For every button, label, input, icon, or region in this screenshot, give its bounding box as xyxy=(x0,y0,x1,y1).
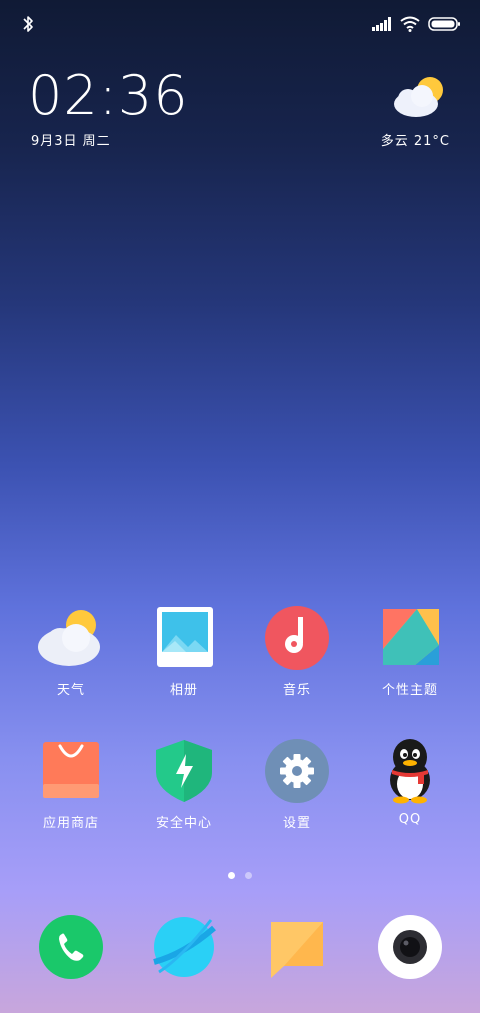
partly-cloudy-icon[interactable] xyxy=(386,72,450,124)
page-dot[interactable] xyxy=(245,872,252,879)
app-label: QQ xyxy=(398,812,422,827)
status-icons xyxy=(372,14,460,34)
app-label: 音乐 xyxy=(282,683,311,698)
wifi-icon xyxy=(400,16,420,32)
app-weather[interactable]: 天气 xyxy=(16,605,126,698)
weather-summary: 多云 21°C xyxy=(380,134,450,149)
page-indicator[interactable] xyxy=(0,872,480,879)
music-app-icon[interactable] xyxy=(264,605,330,671)
messages-app-icon[interactable] xyxy=(264,914,330,980)
app-store[interactable]: 应用商店 xyxy=(16,738,126,831)
app-gallery[interactable]: 相册 xyxy=(129,605,239,698)
app-label: 设置 xyxy=(282,816,311,831)
phone-app-icon[interactable] xyxy=(38,914,104,980)
app-qq[interactable]: QQ xyxy=(355,738,465,827)
app-themes[interactable]: 个性主题 xyxy=(355,605,465,698)
camera-app-icon[interactable] xyxy=(377,914,443,980)
app-label: 安全中心 xyxy=(155,816,212,831)
bluetooth-icon xyxy=(20,14,36,34)
app-store-icon[interactable] xyxy=(38,738,104,804)
weather-app-icon[interactable] xyxy=(38,605,104,671)
app-settings[interactable]: 设置 xyxy=(242,738,352,831)
app-label: 相册 xyxy=(169,683,198,698)
browser-app-icon[interactable] xyxy=(151,914,217,980)
app-label: 个性主题 xyxy=(381,683,438,698)
battery-icon xyxy=(428,17,460,31)
qq-app-icon[interactable] xyxy=(377,738,443,804)
security-app-icon[interactable] xyxy=(151,738,217,804)
app-label: 天气 xyxy=(56,683,85,698)
clock-time[interactable]: 02:36 xyxy=(28,64,189,128)
app-music[interactable]: 音乐 xyxy=(242,605,352,698)
page-dot-active[interactable] xyxy=(228,872,235,879)
app-label: 应用商店 xyxy=(42,816,99,831)
clock-date: 9月3日 周二 xyxy=(31,134,111,149)
app-security[interactable]: 安全中心 xyxy=(129,738,239,831)
themes-app-icon[interactable] xyxy=(377,605,443,671)
cell-signal-icon xyxy=(372,17,391,31)
gallery-app-icon[interactable] xyxy=(151,605,217,671)
settings-app-icon[interactable] xyxy=(264,738,330,804)
